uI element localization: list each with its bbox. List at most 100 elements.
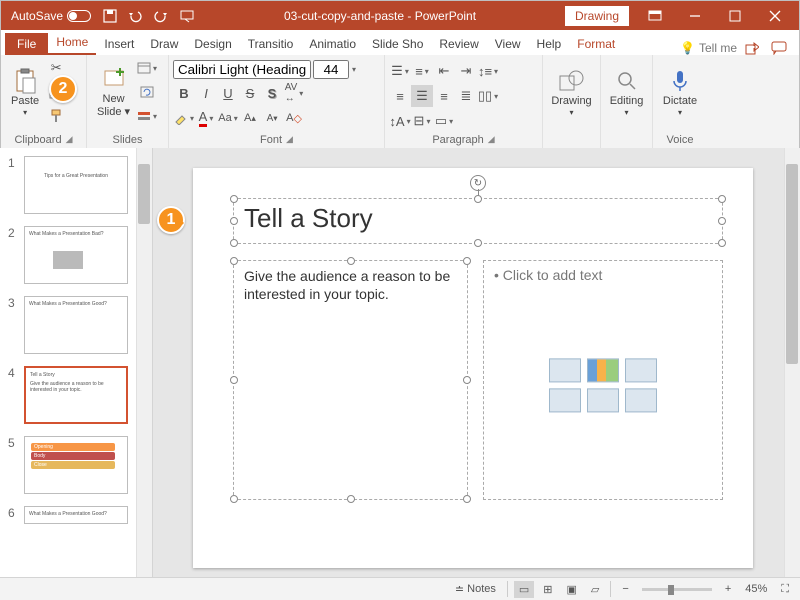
normal-view-button[interactable]: ▭ [514,581,534,598]
insert-online-picture-icon[interactable] [587,388,619,412]
resize-handle[interactable] [718,217,726,225]
new-slide-button[interactable]: New Slide ▾ [91,63,136,121]
clear-format-button[interactable]: A◇ [283,107,305,129]
thumb-1[interactable]: 1 Tips for a Great Presentation [0,148,152,218]
thumbnail-scrollbar[interactable] [136,148,152,577]
minimize-button[interactable] [675,1,715,30]
resize-handle[interactable] [347,257,355,265]
align-right-button[interactable]: ≡ [433,85,455,107]
insert-table-icon[interactable] [549,358,581,382]
drawing-button[interactable]: Drawing▾ [547,57,596,127]
ribbon-display-button[interactable] [635,1,675,30]
font-color-button[interactable]: A [195,107,217,129]
reading-view-button[interactable]: ▣ [562,581,582,598]
resize-handle[interactable] [463,257,471,265]
underline-button[interactable]: U [217,82,239,104]
redo-button[interactable] [149,2,175,30]
thumb-2[interactable]: 2 What Makes a Presentation Bad? [0,218,152,288]
highlight-button[interactable] [173,107,195,129]
insert-smartart-icon[interactable] [625,358,657,382]
resize-handle[interactable] [463,495,471,503]
autosave-toggle[interactable]: AutoSave [5,9,97,23]
line-spacing-button[interactable]: ↕≡ [477,60,499,82]
resize-handle[interactable] [474,195,482,203]
align-left-button[interactable]: ≡ [389,85,411,107]
tab-design[interactable]: Design [186,33,239,55]
tab-help[interactable]: Help [529,33,570,55]
notes-button[interactable]: ≐ Notes [450,581,501,598]
strikethrough-button[interactable]: S [239,82,261,104]
tab-animations[interactable]: Animatio [301,33,364,55]
thumb-3[interactable]: 3 What Makes a Presentation Good? [0,288,152,358]
canvas-scrollbar[interactable] [784,148,800,577]
font-size-input[interactable] [313,60,349,79]
slide-body-text[interactable]: Give the audience a reason to be interes… [234,261,467,309]
tab-slideshow[interactable]: Slide Sho [364,33,431,55]
thumb-5[interactable]: 5 Opening Body Close [0,428,152,498]
resize-handle[interactable] [718,239,726,247]
font-family-input[interactable] [173,60,311,79]
resize-handle[interactable] [230,195,238,203]
body-textbox-left[interactable]: Give the audience a reason to be interes… [233,260,468,500]
insert-video-icon[interactable] [625,388,657,412]
editing-button[interactable]: Editing▾ [605,57,648,127]
bullets-button[interactable]: ☰ [389,60,411,82]
tab-format[interactable]: Format [569,33,623,55]
resize-handle[interactable] [463,376,471,384]
tab-insert[interactable]: Insert [96,33,142,55]
tab-review[interactable]: Review [431,33,486,55]
decrease-indent-button[interactable]: ⇤ [433,60,455,82]
resize-handle[interactable] [230,376,238,384]
resize-handle[interactable] [230,495,238,503]
paste-button[interactable]: Paste ▾ [5,65,45,120]
tab-view[interactable]: View [487,33,529,55]
insert-chart-icon[interactable] [587,358,619,382]
thumb-6[interactable]: 6 What Makes a Presentation Good? [0,498,152,528]
zoom-slider[interactable] [642,588,712,591]
align-center-button[interactable]: ☰ [411,85,433,107]
close-button[interactable] [755,1,795,30]
slide-canvas[interactable]: ↻ Tell a Story [193,168,753,568]
tab-home[interactable]: Home [48,31,96,55]
resize-handle[interactable] [718,195,726,203]
clipboard-launcher[interactable]: ◢ [66,134,73,146]
tab-draw[interactable]: Draw [142,33,186,55]
dictate-button[interactable]: Dictate▾ [657,57,703,127]
share-button[interactable] [745,41,759,55]
font-launcher[interactable]: ◢ [286,134,293,146]
layout-button[interactable] [136,57,158,79]
smartart-button[interactable]: ▭ [433,110,455,132]
numbering-button[interactable]: ≡ [411,60,433,82]
shadow-button[interactable]: S [261,82,283,104]
grow-font-button[interactable]: A▴ [239,107,261,129]
char-spacing-button[interactable]: AV↔ [283,82,305,104]
title-textbox[interactable]: ↻ Tell a Story [233,198,723,244]
bold-button[interactable]: B [173,82,195,104]
align-text-button[interactable]: ⊟ [411,110,433,132]
shrink-font-button[interactable]: A▾ [261,107,283,129]
text-direction-button[interactable]: ↕A [389,110,411,132]
slideshow-view-button[interactable]: ▱ [586,581,604,598]
increase-indent-button[interactable]: ⇥ [455,60,477,82]
change-case-button[interactable]: Aa [217,107,239,129]
format-painter-button[interactable] [45,105,67,127]
tab-transitions[interactable]: Transitio [240,33,302,55]
resize-handle[interactable] [230,217,238,225]
toggle-off-icon[interactable] [67,10,91,22]
fit-to-window-button[interactable]: ⛶ [776,581,794,598]
undo-button[interactable] [123,2,149,30]
resize-handle[interactable] [230,239,238,247]
zoom-level[interactable]: 45% [740,581,772,597]
tell-me-search[interactable]: 💡 Tell me [672,41,745,55]
sorter-view-button[interactable]: ⊞ [538,581,557,598]
zoom-out-button[interactable]: − [617,581,633,597]
placeholder-text[interactable]: • Click to add text [484,261,722,289]
resize-handle[interactable] [474,239,482,247]
columns-button[interactable]: ▯▯ [477,85,499,107]
resize-handle[interactable] [347,495,355,503]
paragraph-launcher[interactable]: ◢ [488,134,495,146]
tab-file[interactable]: File [5,33,48,55]
start-slideshow-button[interactable] [175,2,201,30]
content-placeholder[interactable]: • Click to add text [483,260,723,500]
slide-title-text[interactable]: Tell a Story [234,199,722,238]
